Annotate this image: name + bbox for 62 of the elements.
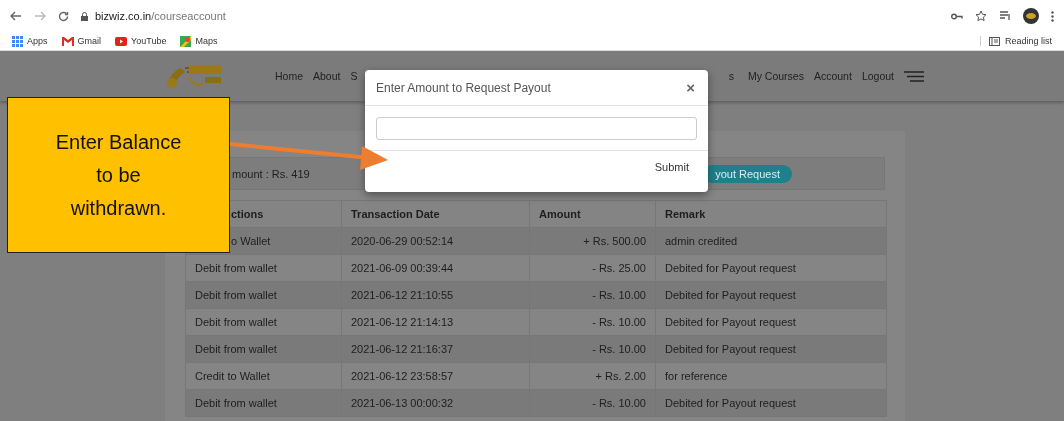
nav-link[interactable]: Account [813,70,852,82]
bookmark-link[interactable]: Maps [195,36,218,46]
bookmark-link[interactable]: Apps [27,36,48,46]
nav-link[interactable]: Logout [861,70,894,82]
bookmark-link[interactable]: YouTube [131,36,167,46]
table-cell: - Rs. 10.00 [529,335,656,363]
avatar-icon[interactable] [1023,8,1039,24]
table-cell: - Rs. 10.00 [529,389,656,417]
amount-input-field[interactable] [376,117,697,140]
table-cell: Debited for Payout request [655,254,887,282]
nav-link[interactable]: About [313,70,341,82]
table-cell: + Rs. 2.00 [529,362,656,390]
table-cell: - Rs. 25.00 [529,254,656,282]
table-cell: - Rs. 10.00 [529,281,656,309]
url-text[interactable]: bizwiz.co.in/courseaccount [95,10,226,22]
table-cell: Debit from wallet [185,335,342,363]
back-arrow-icon[interactable] [10,11,22,21]
callout-text: Enter Balance to be withdrawn. [54,129,183,221]
map-pin-icon [180,35,192,47]
queue-icon[interactable] [999,11,1011,21]
table-cell: Debited for Payout request [655,389,887,417]
apps-grid-icon [12,35,23,47]
dialog-title: Enter Amount to Request Payout [376,80,551,95]
lock-icon [81,11,88,21]
table-cell: admin credited [655,227,887,255]
table-cell: Debit from wallet [185,281,342,309]
table-cell: 2021-06-12 23:58:57 [341,362,530,390]
balance-amount: mount : Rs. 419 [232,167,310,180]
star-icon[interactable] [975,10,987,22]
close-button[interactable]: × [684,79,697,96]
table-cell: Debit from wallet [185,389,342,417]
menu-icon[interactable] [904,70,924,82]
table-cell: 2021-06-13 00:00:32 [341,389,530,417]
table-cell: 2021-06-12 21:10:55 [341,281,530,309]
play-icon [115,36,128,46]
table-cell: Debit from wallet [185,308,342,336]
table-cell: Debit from wallet [185,254,342,282]
nav-link[interactable]: My Courses [747,70,804,82]
column-header: Amount [529,200,656,228]
more-icon[interactable] [1051,10,1054,22]
table-cell: + Rs. 500.00 [529,227,656,255]
table-cell: - Rs. 10.00 [529,308,656,336]
nav-link[interactable]: s [728,70,734,82]
table-cell: Credit to Wallet [185,362,342,390]
table-cell: 2021-06-09 00:39:44 [341,254,530,282]
table-cell: Debited for Payout request [655,335,887,363]
table-cell: 2021-06-12 21:16:37 [341,335,530,363]
column-header: Remark [655,200,887,228]
table-cell: 2021-06-12 21:14:13 [341,308,530,336]
reading-list-link[interactable]: Reading list [1004,36,1052,46]
key-icon[interactable] [951,12,963,20]
bookmark-link[interactable]: Gmail [77,36,102,46]
nav-link[interactable]: S [350,70,358,82]
nav-link[interactable]: Home [275,70,303,82]
mail-icon [61,36,74,46]
table-cell: 2020-06-29 00:52:14 [341,227,530,255]
column-header: Transaction Date [341,200,530,228]
reload-icon[interactable] [58,10,69,22]
table-cell: Debited for Payout request [655,308,887,336]
reading-list-icon[interactable] [988,36,1000,46]
table-cell: for reference [655,362,887,390]
table-cell: Debited for Payout request [655,281,887,309]
